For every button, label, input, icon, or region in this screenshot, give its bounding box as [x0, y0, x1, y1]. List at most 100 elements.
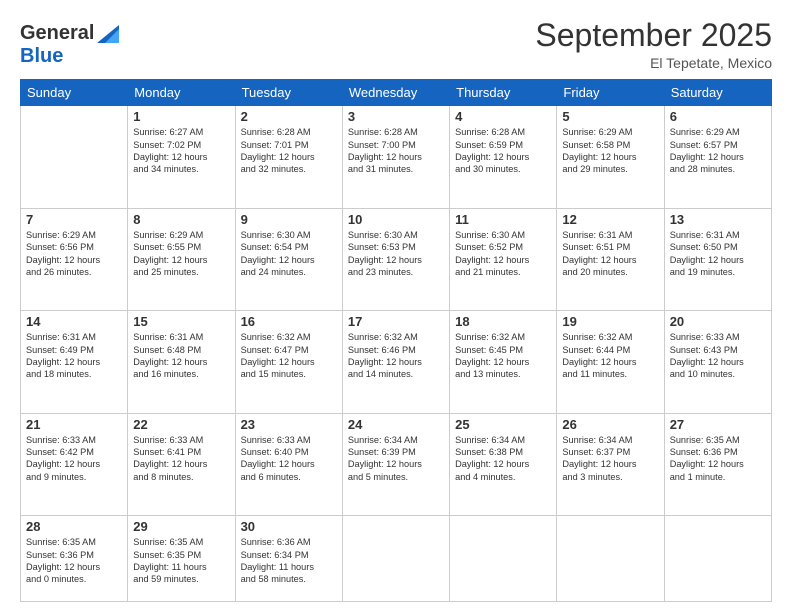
cell-info: Sunrise: 6:29 AMSunset: 6:56 PMDaylight:…	[26, 229, 122, 279]
day-number: 12	[562, 212, 658, 227]
cell-info: Sunrise: 6:33 AMSunset: 6:43 PMDaylight:…	[670, 331, 766, 381]
cell-info: Sunrise: 6:28 AMSunset: 6:59 PMDaylight:…	[455, 126, 551, 176]
day-number: 3	[348, 109, 444, 124]
day-number: 23	[241, 417, 337, 432]
day-number: 9	[241, 212, 337, 227]
table-row: 27 Sunrise: 6:35 AMSunset: 6:36 PMDayligh…	[664, 413, 771, 515]
table-row: 23 Sunrise: 6:33 AMSunset: 6:40 PMDayligh…	[235, 413, 342, 515]
day-number: 5	[562, 109, 658, 124]
table-row: 8 Sunrise: 6:29 AMSunset: 6:55 PMDaylight…	[128, 208, 235, 310]
table-row: 11 Sunrise: 6:30 AMSunset: 6:52 PMDayligh…	[450, 208, 557, 310]
day-number: 18	[455, 314, 551, 329]
cell-info: Sunrise: 6:32 AMSunset: 6:47 PMDaylight:…	[241, 331, 337, 381]
cell-info: Sunrise: 6:31 AMSunset: 6:49 PMDaylight:…	[26, 331, 122, 381]
logo: General Blue	[20, 22, 119, 68]
cell-info: Sunrise: 6:32 AMSunset: 6:44 PMDaylight:…	[562, 331, 658, 381]
table-row	[557, 516, 664, 602]
cell-info: Sunrise: 6:29 AMSunset: 6:55 PMDaylight:…	[133, 229, 229, 279]
day-number: 2	[241, 109, 337, 124]
table-row	[664, 516, 771, 602]
table-row: 30 Sunrise: 6:36 AMSunset: 6:34 PMDayligh…	[235, 516, 342, 602]
table-row: 2 Sunrise: 6:28 AMSunset: 7:01 PMDaylight…	[235, 106, 342, 208]
table-row: 19 Sunrise: 6:32 AMSunset: 6:44 PMDayligh…	[557, 311, 664, 413]
header-tuesday: Tuesday	[235, 80, 342, 106]
table-row: 7 Sunrise: 6:29 AMSunset: 6:56 PMDaylight…	[21, 208, 128, 310]
table-row: 5 Sunrise: 6:29 AMSunset: 6:58 PMDaylight…	[557, 106, 664, 208]
table-row: 9 Sunrise: 6:30 AMSunset: 6:54 PMDaylight…	[235, 208, 342, 310]
title-area: September 2025 El Tepetate, Mexico	[535, 18, 772, 71]
cell-info: Sunrise: 6:30 AMSunset: 6:54 PMDaylight:…	[241, 229, 337, 279]
header-monday: Monday	[128, 80, 235, 106]
cell-info: Sunrise: 6:34 AMSunset: 6:37 PMDaylight:…	[562, 434, 658, 484]
table-row: 16Sunrise: 6:32 AMSunset: 6:47 PMDayligh…	[235, 311, 342, 413]
day-number: 25	[455, 417, 551, 432]
cell-info: Sunrise: 6:30 AMSunset: 6:52 PMDaylight:…	[455, 229, 551, 279]
cell-info: Sunrise: 6:34 AMSunset: 6:38 PMDaylight:…	[455, 434, 551, 484]
day-number: 19	[562, 314, 658, 329]
day-number: 8	[133, 212, 229, 227]
table-row: 15Sunrise: 6:31 AMSunset: 6:48 PMDayligh…	[128, 311, 235, 413]
day-number: 24	[348, 417, 444, 432]
table-row: 25 Sunrise: 6:34 AMSunset: 6:38 PMDayligh…	[450, 413, 557, 515]
calendar-body: 1 Sunrise: 6:27 AMSunset: 7:02 PMDaylight…	[21, 106, 772, 602]
table-row	[342, 516, 449, 602]
header-friday: Friday	[557, 80, 664, 106]
table-row: 14 Sunrise: 6:31 AMSunset: 6:49 PMDayligh…	[21, 311, 128, 413]
day-number: 22	[133, 417, 229, 432]
table-row: 21 Sunrise: 6:33 AMSunset: 6:42 PMDayligh…	[21, 413, 128, 515]
cell-info: Sunrise: 6:33 AMSunset: 6:42 PMDaylight:…	[26, 434, 122, 484]
table-row	[450, 516, 557, 602]
table-row: 12 Sunrise: 6:31 AMSunset: 6:51 PMDayligh…	[557, 208, 664, 310]
day-number: 15	[133, 314, 229, 329]
day-number: 1	[133, 109, 229, 124]
table-row: 22 Sunrise: 6:33 AMSunset: 6:41 PMDayligh…	[128, 413, 235, 515]
cell-info: Sunrise: 6:27 AMSunset: 7:02 PMDaylight:…	[133, 126, 229, 176]
page: General Blue September 2025 El Tepetate,…	[0, 0, 792, 612]
day-number: 4	[455, 109, 551, 124]
day-number: 30	[241, 519, 337, 534]
subtitle: El Tepetate, Mexico	[535, 55, 772, 71]
table-row: 18 Sunrise: 6:32 AMSunset: 6:45 PMDayligh…	[450, 311, 557, 413]
cell-info: Sunrise: 6:36 AMSunset: 6:34 PMDaylight:…	[241, 536, 337, 586]
table-row: 10 Sunrise: 6:30 AMSunset: 6:53 PMDayligh…	[342, 208, 449, 310]
cell-info: Sunrise: 6:29 AMSunset: 6:58 PMDaylight:…	[562, 126, 658, 176]
day-number: 27	[670, 417, 766, 432]
day-number: 6	[670, 109, 766, 124]
logo-general-text: General	[20, 22, 94, 45]
day-number: 7	[26, 212, 122, 227]
cell-info: Sunrise: 6:34 AMSunset: 6:39 PMDaylight:…	[348, 434, 444, 484]
day-number: 26	[562, 417, 658, 432]
day-number: 14	[26, 314, 122, 329]
cell-info: Sunrise: 6:28 AMSunset: 7:01 PMDaylight:…	[241, 126, 337, 176]
cell-info: Sunrise: 6:35 AMSunset: 6:36 PMDaylight:…	[670, 434, 766, 484]
month-title: September 2025	[535, 18, 772, 53]
cell-info: Sunrise: 6:35 AMSunset: 6:35 PMDaylight:…	[133, 536, 229, 586]
table-row: 24 Sunrise: 6:34 AMSunset: 6:39 PMDayligh…	[342, 413, 449, 515]
header-wednesday: Wednesday	[342, 80, 449, 106]
header-sunday: Sunday	[21, 80, 128, 106]
day-number: 11	[455, 212, 551, 227]
weekday-header-row: Sunday Monday Tuesday Wednesday Thursday…	[21, 80, 772, 106]
day-number: 10	[348, 212, 444, 227]
calendar: Sunday Monday Tuesday Wednesday Thursday…	[20, 79, 772, 602]
table-row: 1 Sunrise: 6:27 AMSunset: 7:02 PMDaylight…	[128, 106, 235, 208]
table-row: 13Sunrise: 6:31 AMSunset: 6:50 PMDayligh…	[664, 208, 771, 310]
day-number: 29	[133, 519, 229, 534]
day-number: 21	[26, 417, 122, 432]
header-saturday: Saturday	[664, 80, 771, 106]
cell-info: Sunrise: 6:31 AMSunset: 6:51 PMDaylight:…	[562, 229, 658, 279]
header-thursday: Thursday	[450, 80, 557, 106]
logo-icon	[97, 25, 119, 43]
cell-info: Sunrise: 6:32 AMSunset: 6:45 PMDaylight:…	[455, 331, 551, 381]
cell-info: Sunrise: 6:29 AMSunset: 6:57 PMDaylight:…	[670, 126, 766, 176]
table-row: 28Sunrise: 6:35 AMSunset: 6:36 PMDayligh…	[21, 516, 128, 602]
day-number: 20	[670, 314, 766, 329]
table-row	[21, 106, 128, 208]
table-row: 20 Sunrise: 6:33 AMSunset: 6:43 PMDayligh…	[664, 311, 771, 413]
table-row: 4 Sunrise: 6:28 AMSunset: 6:59 PMDaylight…	[450, 106, 557, 208]
cell-info: Sunrise: 6:30 AMSunset: 6:53 PMDaylight:…	[348, 229, 444, 279]
table-row: 6 Sunrise: 6:29 AMSunset: 6:57 PMDaylight…	[664, 106, 771, 208]
cell-info: Sunrise: 6:33 AMSunset: 6:41 PMDaylight:…	[133, 434, 229, 484]
cell-info: Sunrise: 6:33 AMSunset: 6:40 PMDaylight:…	[241, 434, 337, 484]
day-number: 17	[348, 314, 444, 329]
